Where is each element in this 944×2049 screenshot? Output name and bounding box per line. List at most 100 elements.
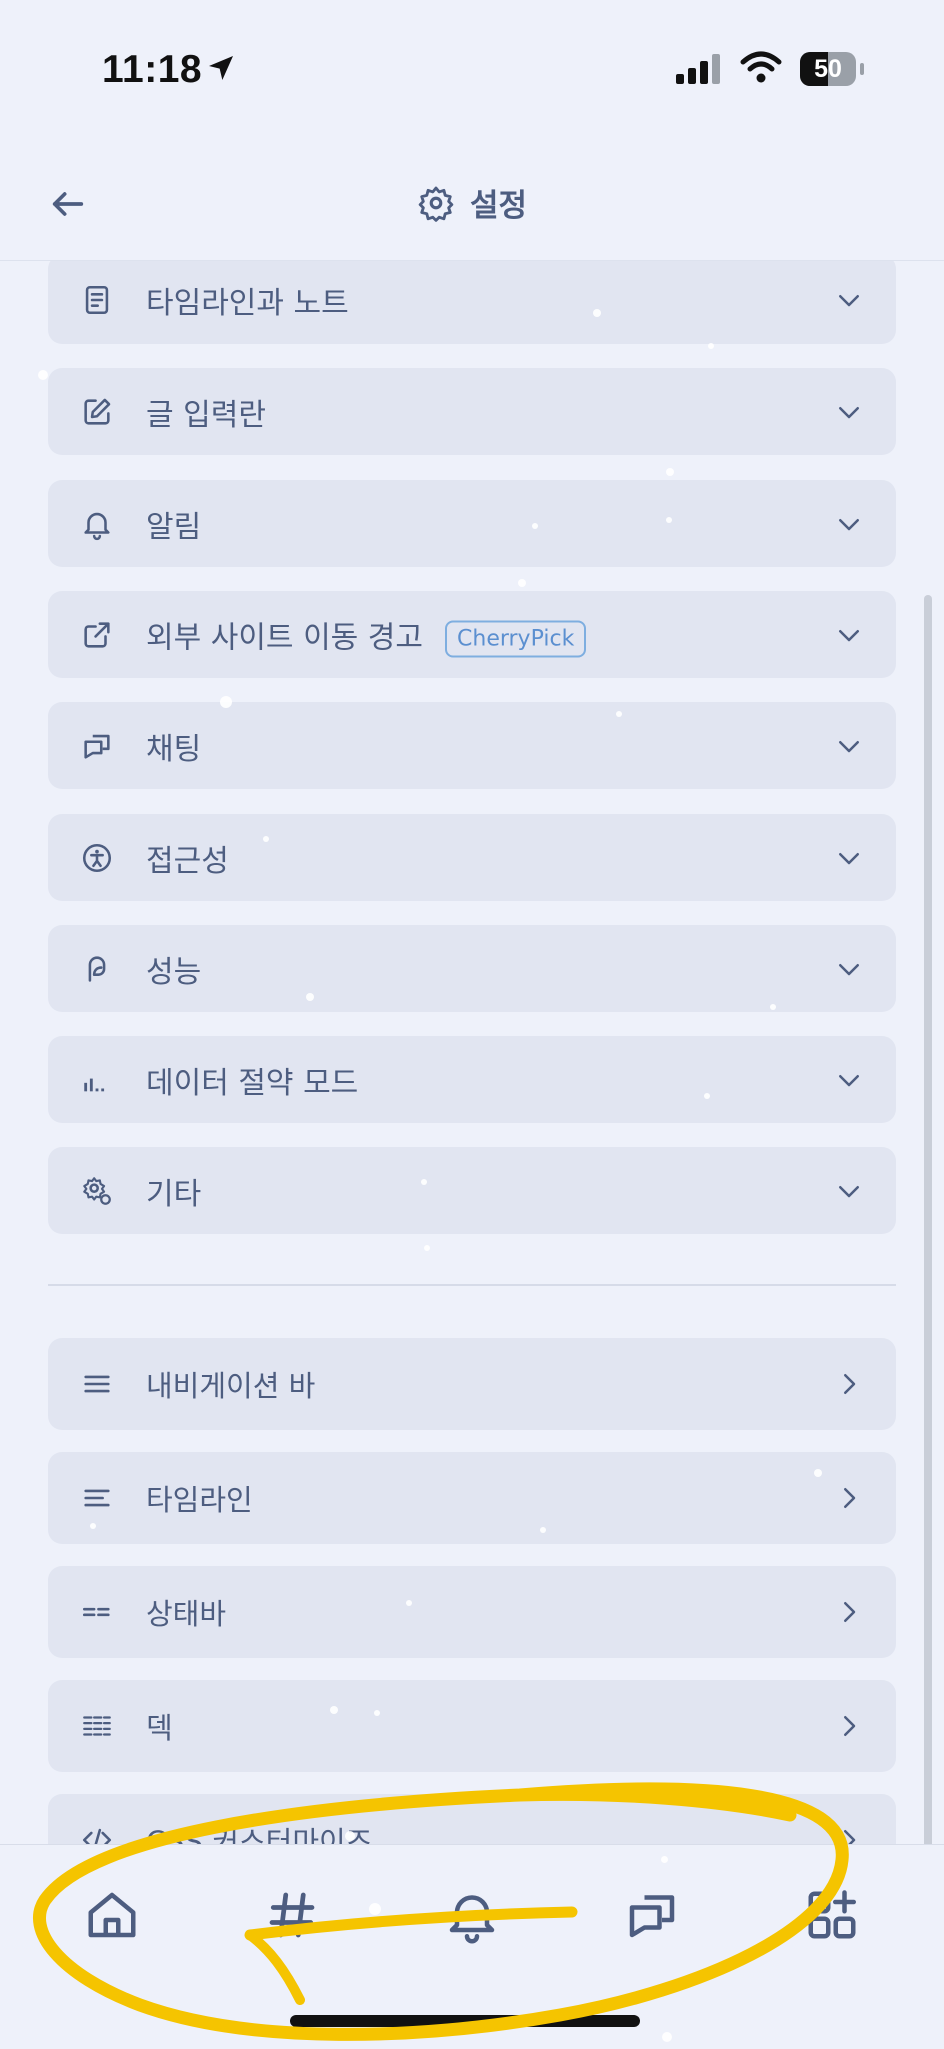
snowflake-decoration [708, 343, 714, 349]
battery-level: 50 [814, 55, 842, 83]
section-timeline-notes[interactable]: 타임라인과 노트 [48, 261, 896, 344]
snowflake-decoration [406, 1600, 412, 1606]
section-performance[interactable]: 성능 [48, 925, 896, 1012]
chevron-down-icon [834, 1065, 864, 1095]
section-data-saver[interactable]: 데이터 절약 모드 [48, 1036, 896, 1123]
nav-item-deck[interactable]: 덱 [48, 1680, 896, 1772]
page-title-group: 설정 [0, 180, 944, 225]
settings-header: 설정 [0, 150, 944, 261]
snowflake-decoration [369, 1903, 381, 1915]
section-label: 타임라인과 노트 [146, 285, 349, 321]
section-label: 알림 [146, 509, 202, 545]
section-label: 글 입력란 [146, 397, 266, 433]
nav-item-navbar[interactable]: 내비게이션 바 [48, 1338, 896, 1430]
status-time: 11:18 [102, 48, 203, 91]
section-other[interactable]: 기타 [48, 1147, 896, 1234]
page-title: 설정 [470, 188, 528, 224]
snowflake-decoration [704, 1093, 710, 1099]
snowflake-decoration [345, 1831, 355, 1841]
nav-item-timeline[interactable]: 타임라인 [48, 1452, 896, 1544]
nav-item-label: 덱 [146, 1711, 173, 1745]
bell-icon [449, 1895, 495, 1944]
section-label: 채팅 [146, 731, 202, 767]
snowflake-decoration [90, 1523, 96, 1529]
snowflake-decoration [540, 1527, 546, 1533]
tab-home[interactable] [82, 1885, 142, 1945]
cherrypick-badge: CherryPick [445, 620, 587, 657]
home-icon [88, 1892, 136, 1938]
chevron-down-icon [834, 954, 864, 984]
snowflake-decoration [661, 1856, 668, 1863]
snowflake-decoration [38, 370, 48, 380]
snowflake-decoration [814, 1469, 822, 1477]
chevron-right-icon [834, 1597, 864, 1627]
snowflake-decoration [263, 836, 269, 842]
nav-item-label: 타임라인 [146, 1483, 253, 1517]
performance-icon [80, 952, 114, 986]
code-icon [80, 1823, 114, 1844]
scrollbar[interactable] [924, 595, 932, 1850]
snowflake-decoration [662, 2032, 672, 2042]
home-indicator [290, 2015, 640, 2027]
accessibility-icon [80, 841, 114, 875]
nav-item-custom-css[interactable]: CSS 커스터마이즈 [48, 1794, 896, 1844]
nav-item-label: 상태바 [146, 1597, 227, 1631]
cellular-signal-icon [676, 54, 720, 84]
section-label: 데이터 절약 모드 [146, 1065, 359, 1101]
snowflake-decoration [593, 309, 601, 317]
section-post-form[interactable]: 글 입력란 [48, 368, 896, 455]
chevron-down-icon [834, 843, 864, 873]
section-label: 접근성 [146, 843, 229, 879]
section-label-text: 외부 사이트 이동 경고 [146, 620, 424, 655]
columns-icon [80, 1709, 114, 1743]
snowflake-decoration [616, 711, 622, 717]
chevron-right-icon [834, 1825, 864, 1844]
tab-chat[interactable] [622, 1885, 682, 1945]
tab-hashtag[interactable] [262, 1885, 322, 1945]
chevron-down-icon [834, 509, 864, 539]
section-chat[interactable]: 채팅 [48, 702, 896, 789]
snowflake-decoration [220, 696, 232, 708]
chat-icon [629, 1895, 675, 1938]
external-link-icon [80, 618, 114, 652]
equals-icon [80, 1595, 114, 1629]
snowflake-decoration [666, 468, 674, 476]
section-external-link-warning[interactable]: 외부 사이트 이동 경고 CherryPick [48, 591, 896, 678]
chevron-right-icon [834, 1369, 864, 1399]
snowflake-decoration [770, 1004, 776, 1010]
align-left-icon [80, 1481, 114, 1515]
bell-icon [80, 507, 114, 541]
edit-icon [80, 395, 114, 429]
section-label: 성능 [146, 954, 202, 990]
battery-indicator: 50 [800, 52, 856, 86]
chevron-down-icon [834, 620, 864, 650]
snowflake-decoration [421, 1179, 427, 1185]
section-accessibility[interactable]: 접근성 [48, 814, 896, 901]
section-notifications[interactable]: 알림 [48, 480, 896, 567]
snowflake-decoration [306, 993, 314, 1001]
gear-icon [418, 186, 454, 222]
snowflake-decoration [330, 1706, 338, 1714]
apps-add-icon [808, 1890, 856, 1939]
document-icon [80, 283, 114, 317]
nav-item-label: CSS 커스터마이즈 [146, 1825, 373, 1844]
snowflake-decoration [666, 517, 672, 523]
bottom-tab-bar [0, 1844, 944, 2049]
signal-icon [80, 1063, 114, 1097]
chevron-down-icon [834, 397, 864, 427]
chevron-down-icon [834, 1176, 864, 1206]
nav-item-statusbar[interactable]: 상태바 [48, 1566, 896, 1658]
snowflake-decoration [518, 579, 526, 587]
section-label: 외부 사이트 이동 경고 CherryPick [146, 612, 587, 657]
snowflake-decoration [532, 523, 538, 529]
settings-cog-icon [80, 1174, 114, 1208]
chevron-down-icon [834, 285, 864, 315]
nav-item-label: 내비게이션 바 [146, 1369, 316, 1403]
tab-notifications[interactable] [442, 1885, 502, 1945]
chevron-right-icon [834, 1711, 864, 1741]
snowflake-decoration [424, 1245, 430, 1251]
tab-widgets[interactable] [802, 1885, 862, 1945]
settings-list[interactable]: 타임라인과 노트 글 입력란 알림 외부 사이트 이동 경고 CherryPick… [0, 261, 944, 1844]
hashtag-icon [269, 1892, 315, 1938]
snowflake-decoration [374, 1710, 380, 1716]
